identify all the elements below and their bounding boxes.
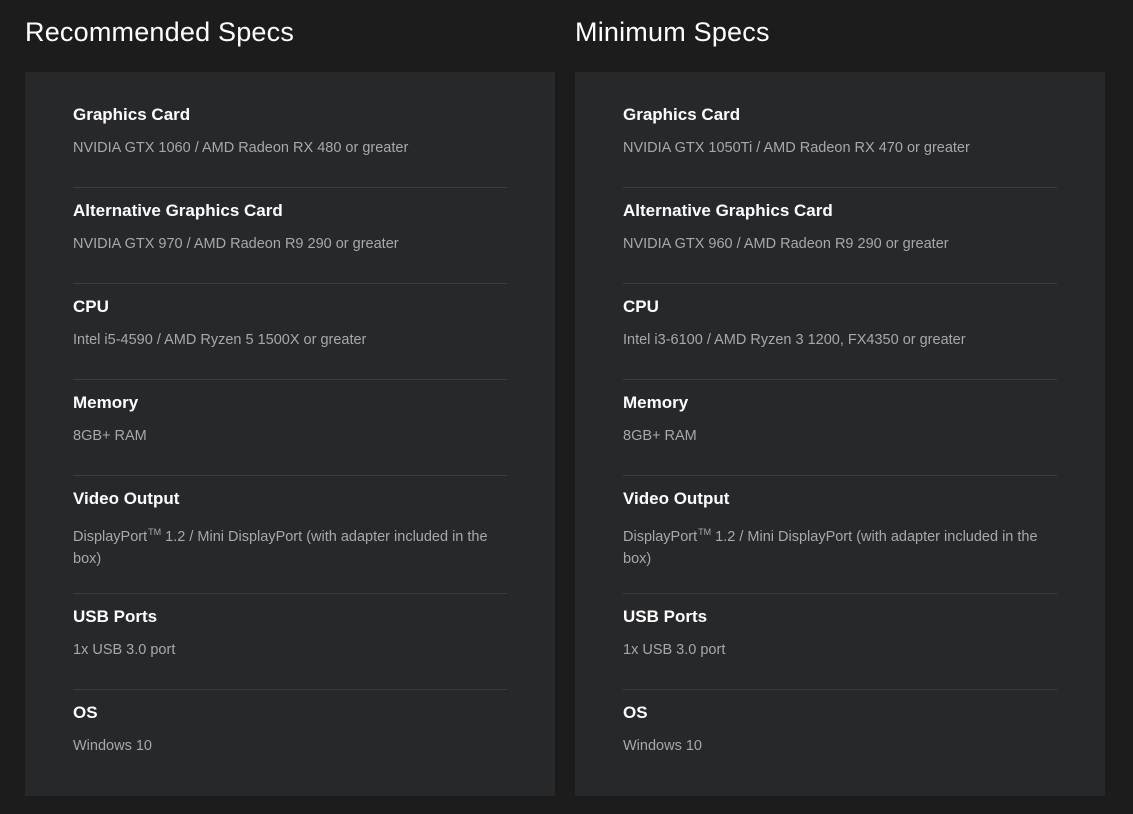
spec-value: 8GB+ RAM [623, 428, 697, 444]
spec-graphics-card: Graphics Card NVIDIA GTX 1060 / AMD Rade… [73, 92, 507, 188]
minimum-specs-panel: Graphics Card NVIDIA GTX 1050Ti / AMD Ra… [575, 72, 1105, 796]
trademark-mark: TM [148, 527, 162, 537]
spec-label: CPU [73, 297, 109, 316]
spec-value-prefix: DisplayPort [73, 529, 148, 545]
spec-value: 8GB+ RAM [73, 428, 147, 444]
spec-label: USB Ports [73, 607, 158, 626]
spec-value: NVIDIA GTX 970 / AMD Radeon R9 290 or gr… [73, 236, 399, 252]
spec-value: NVIDIA GTX 1060 / AMD Radeon RX 480 or g… [73, 140, 409, 156]
spec-cpu: CPU Intel i3-6100 / AMD Ryzen 3 1200, FX… [623, 284, 1057, 380]
spec-value: NVIDIA GTX 960 / AMD Radeon R9 290 or gr… [623, 236, 949, 252]
recommended-specs-title: Recommended Specs [25, 17, 295, 47]
spec-video-output: Video Output DisplayPortTM 1.2 / Mini Di… [623, 476, 1057, 594]
spec-usb-ports: USB Ports 1x USB 3.0 port [73, 594, 507, 690]
spec-label: Graphics Card [73, 105, 191, 124]
minimum-specs-title: Minimum Specs [575, 17, 770, 47]
spec-value-prefix: DisplayPort [623, 529, 698, 545]
spec-alternative-graphics-card: Alternative Graphics Card NVIDIA GTX 960… [623, 188, 1057, 284]
trademark-mark: TM [698, 527, 712, 537]
spec-value: NVIDIA GTX 1050Ti / AMD Radeon RX 470 or… [623, 140, 970, 156]
recommended-specs-panel: Graphics Card NVIDIA GTX 1060 / AMD Rade… [25, 72, 555, 796]
spec-value: 1x USB 3.0 port [73, 642, 176, 658]
spec-label: Alternative Graphics Card [623, 201, 833, 220]
spec-memory: Memory 8GB+ RAM [73, 380, 507, 476]
spec-video-output: Video Output DisplayPortTM 1.2 / Mini Di… [73, 476, 507, 594]
spec-value: Windows 10 [623, 738, 702, 754]
spec-label: Memory [623, 393, 689, 412]
specs-section: Recommended Specs Graphics Card NVIDIA G… [0, 0, 1133, 814]
spec-label: CPU [623, 297, 659, 316]
spec-value: DisplayPortTM 1.2 / Mini DisplayPort (wi… [623, 521, 1057, 570]
spec-label: Alternative Graphics Card [73, 201, 283, 220]
spec-os: OS Windows 10 [623, 690, 1057, 785]
spec-alternative-graphics-card: Alternative Graphics Card NVIDIA GTX 970… [73, 188, 507, 284]
spec-value: 1x USB 3.0 port [623, 642, 726, 658]
spec-label: Graphics Card [623, 105, 741, 124]
spec-value: Windows 10 [73, 738, 152, 754]
recommended-specs-column: Recommended Specs Graphics Card NVIDIA G… [25, 0, 555, 796]
spec-cpu: CPU Intel i5-4590 / AMD Ryzen 5 1500X or… [73, 284, 507, 380]
minimum-specs-column: Minimum Specs Graphics Card NVIDIA GTX 1… [575, 0, 1105, 796]
spec-graphics-card: Graphics Card NVIDIA GTX 1050Ti / AMD Ra… [623, 92, 1057, 188]
spec-usb-ports: USB Ports 1x USB 3.0 port [623, 594, 1057, 690]
spec-label: Video Output [623, 489, 730, 508]
spec-label: Memory [73, 393, 139, 412]
spec-value: DisplayPortTM 1.2 / Mini DisplayPort (wi… [73, 521, 507, 570]
spec-label: USB Ports [623, 607, 708, 626]
spec-label: OS [623, 703, 648, 722]
spec-value: Intel i3-6100 / AMD Ryzen 3 1200, FX4350… [623, 332, 966, 348]
spec-label: Video Output [73, 489, 180, 508]
spec-memory: Memory 8GB+ RAM [623, 380, 1057, 476]
spec-os: OS Windows 10 [73, 690, 507, 785]
spec-value: Intel i5-4590 / AMD Ryzen 5 1500X or gre… [73, 332, 367, 348]
spec-label: OS [73, 703, 98, 722]
